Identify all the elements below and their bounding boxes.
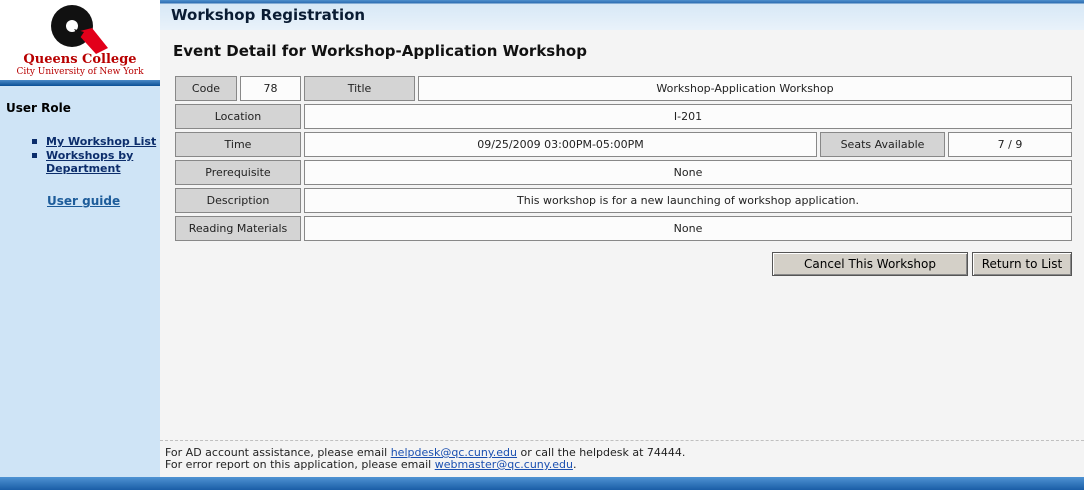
logo-college-subtitle: City University of New York xyxy=(16,67,144,77)
workshops-by-department-link[interactable]: Workshops by Department xyxy=(46,149,133,175)
code-label: Code xyxy=(175,76,237,101)
logo-college-name: Queens College xyxy=(23,52,137,67)
table-row: Prerequisite None xyxy=(175,160,1073,185)
description-value: This workshop is for a new launching of … xyxy=(304,188,1073,213)
return-to-list-button[interactable]: Return to List xyxy=(972,252,1072,276)
square-bullet-icon xyxy=(32,139,37,144)
location-value: I-201 xyxy=(304,104,1073,129)
table-row: Code 78 Title Workshop-Application Works… xyxy=(175,76,1073,101)
my-workshop-list-link[interactable]: My Workshop List xyxy=(46,135,156,148)
sidebar: Queens College City University of New Yo… xyxy=(0,0,160,490)
webmaster-email-link[interactable]: webmaster@qc.cuny.edu xyxy=(435,458,573,471)
header-bar: Workshop Registration xyxy=(160,0,1084,30)
table-row: Description This workshop is for a new l… xyxy=(175,188,1073,213)
queens-college-q-logo-icon xyxy=(51,5,108,54)
page-title: Event Detail for Workshop-Application Wo… xyxy=(173,42,587,60)
sidebar-item-my-workshop-list: My Workshop List xyxy=(32,135,160,148)
square-bullet-icon xyxy=(32,153,37,158)
table-row: Location I-201 xyxy=(175,104,1073,129)
table-row: Time 09/25/2009 03:00PM-05:00PM Seats Av… xyxy=(175,132,1073,157)
sidebar-nav: My Workshop List Workshops by Department xyxy=(32,135,160,176)
seats-available-label: Seats Available xyxy=(820,132,945,157)
footer-text: . xyxy=(572,458,577,471)
table-row: Reading Materials None xyxy=(175,216,1073,241)
prerequisite-value: None xyxy=(304,160,1073,185)
college-logo[interactable]: Queens College City University of New Yo… xyxy=(0,0,160,80)
user-guide-link[interactable]: User guide xyxy=(47,194,120,208)
sidebar-item-workshops-by-department: Workshops by Department xyxy=(32,149,160,175)
app-title: Workshop Registration xyxy=(171,6,366,24)
footer-text: For error report on this application, pl… xyxy=(165,458,435,471)
title-label: Title xyxy=(304,76,415,101)
logo-divider xyxy=(0,80,160,86)
footer-divider xyxy=(160,440,1084,441)
reading-materials-value: None xyxy=(304,216,1073,241)
title-value: Workshop-Application Workshop xyxy=(418,76,1073,101)
event-detail-table: Code 78 Title Workshop-Application Works… xyxy=(172,73,1075,244)
time-label: Time xyxy=(175,132,301,157)
location-label: Location xyxy=(175,104,301,129)
cancel-workshop-button[interactable]: Cancel This Workshop xyxy=(772,252,968,276)
footer: For AD account assistance, please email … xyxy=(165,447,685,471)
bottom-bar xyxy=(0,477,1084,490)
reading-materials-label: Reading Materials xyxy=(175,216,301,241)
description-label: Description xyxy=(175,188,301,213)
footer-line-error-report: For error report on this application, pl… xyxy=(165,459,685,471)
code-value: 78 xyxy=(240,76,301,101)
time-value: 09/25/2009 03:00PM-05:00PM xyxy=(304,132,817,157)
prerequisite-label: Prerequisite xyxy=(175,160,301,185)
seats-available-value: 7 / 9 xyxy=(948,132,1073,157)
user-role-heading: User Role xyxy=(6,101,71,115)
